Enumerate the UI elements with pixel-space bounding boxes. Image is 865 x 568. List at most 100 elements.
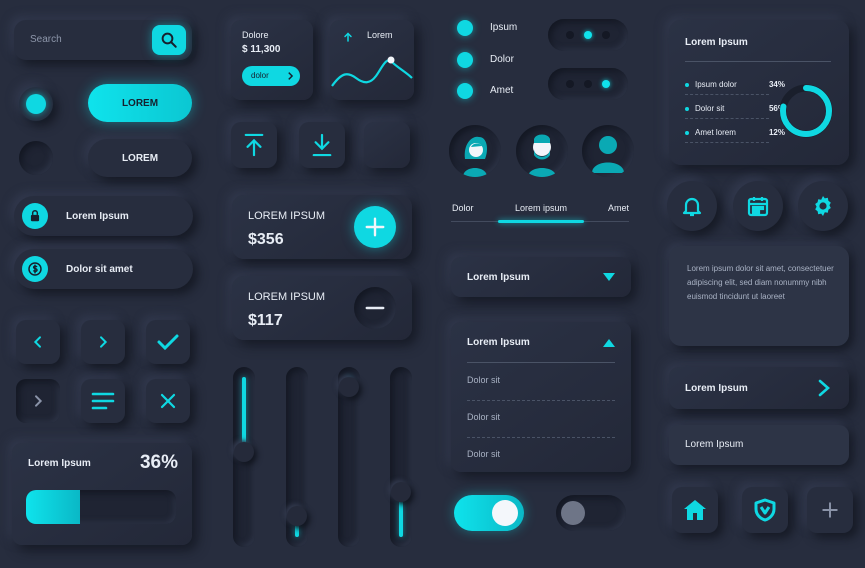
dot-option[interactable] xyxy=(584,31,592,39)
nav-card-plain[interactable]: Lorem Ipsum xyxy=(669,425,849,465)
slider-handle[interactable] xyxy=(234,442,254,463)
user-icon xyxy=(592,136,624,173)
tab-active-indicator xyxy=(498,220,584,223)
list-dot[interactable] xyxy=(457,52,473,68)
vertical-slider-1[interactable] xyxy=(233,367,255,547)
radio-unselected[interactable] xyxy=(19,141,53,175)
close-icon xyxy=(160,393,176,409)
dot-option[interactable] xyxy=(602,31,610,39)
text-card: Lorem ipsum dolor sit amet, consectetuer… xyxy=(669,246,849,346)
slider-handle[interactable] xyxy=(339,376,359,397)
search-button[interactable] xyxy=(152,25,186,55)
dropdown-collapsed[interactable]: Lorem Ipsum xyxy=(451,257,631,297)
lorem-secondary-button[interactable]: LOREM xyxy=(88,139,192,177)
upload-button[interactable] xyxy=(231,122,277,168)
add-button[interactable] xyxy=(354,206,396,248)
search-field[interactable]: Search xyxy=(14,20,192,60)
chevron-left-icon xyxy=(33,336,41,348)
avatar[interactable] xyxy=(516,125,568,177)
chevron-right-icon xyxy=(100,336,108,348)
radio-selected[interactable] xyxy=(19,87,53,121)
radio-dot xyxy=(26,94,46,114)
dot-option[interactable] xyxy=(566,80,574,88)
download-button[interactable] xyxy=(299,122,345,168)
vertical-slider-4[interactable] xyxy=(390,367,412,547)
chevron-right-button[interactable] xyxy=(81,320,125,364)
toggle-switch-on[interactable] xyxy=(454,495,524,531)
list-item-label: Dolor xyxy=(490,54,514,65)
gear-icon xyxy=(815,196,831,216)
close-button[interactable] xyxy=(146,379,190,423)
toggle-knob xyxy=(561,501,585,525)
stats-card: Lorem Ipsum Ipsum dolor 34% Dolor sit 56… xyxy=(669,20,849,165)
dot-option[interactable] xyxy=(602,80,610,88)
donut-chart xyxy=(779,84,833,138)
amount-card-plus: LOREM IPSUM $356 xyxy=(232,195,412,259)
dollar-pill-label: Dolor sit amet xyxy=(66,264,133,275)
dropdown-expanded[interactable]: Lorem Ipsum Dolor sit Dolor sit Dolor si… xyxy=(451,322,631,472)
dropdown-option[interactable]: Dolor sit xyxy=(467,412,500,422)
menu-button[interactable] xyxy=(81,379,125,423)
nav-card-label: Lorem Ipsum xyxy=(685,439,744,450)
dot-selector-2[interactable] xyxy=(548,68,628,100)
dot-option[interactable] xyxy=(584,80,592,88)
chevron-right-pressed-button[interactable] xyxy=(16,379,60,423)
lock-pill-button[interactable]: Lorem Ipsum xyxy=(14,196,193,236)
trend-line xyxy=(331,59,413,87)
trend-point xyxy=(387,56,395,64)
nav-card-arrow[interactable]: Lorem Ipsum xyxy=(669,367,849,409)
list-item-label: Ipsum xyxy=(490,22,518,33)
add-square-button[interactable] xyxy=(807,487,853,533)
plus-icon xyxy=(365,217,385,237)
dollar-pill-button[interactable]: Dolor sit amet xyxy=(14,249,193,289)
list-dot[interactable] xyxy=(457,20,473,36)
plus-icon xyxy=(822,502,838,518)
subtract-button[interactable] xyxy=(354,287,396,329)
notifications-button[interactable] xyxy=(667,181,717,231)
amount-value: $356 xyxy=(248,231,284,248)
tab-amet[interactable]: Amet xyxy=(608,203,629,213)
balance-title: Dolore xyxy=(242,30,269,40)
lorem-primary-button[interactable]: LOREM xyxy=(88,84,192,122)
option-divider xyxy=(467,437,615,438)
tab-lorem-ipsum[interactable]: Lorem ipsum xyxy=(515,203,567,213)
dot-selector-1[interactable] xyxy=(548,19,628,51)
stat-divider xyxy=(685,118,769,119)
dropdown-option[interactable]: Dolor sit xyxy=(467,375,500,385)
lock-icon xyxy=(22,203,48,229)
progress-title: Lorem Ipsum xyxy=(28,458,91,469)
slider-handle[interactable] xyxy=(287,506,307,527)
settings-button[interactable] xyxy=(798,181,848,231)
dot-option[interactable] xyxy=(566,31,574,39)
list-dot[interactable] xyxy=(457,83,473,99)
dropdown-divider xyxy=(467,362,615,363)
balance-button[interactable]: dolor xyxy=(242,66,300,86)
shield-button[interactable] xyxy=(742,487,788,533)
user-bearded-icon xyxy=(528,134,556,177)
home-button[interactable] xyxy=(672,487,718,533)
upload-icon xyxy=(244,133,264,157)
calendar-button[interactable] xyxy=(733,181,783,231)
blank-square-button[interactable] xyxy=(364,122,410,168)
slider-handle[interactable] xyxy=(391,482,411,503)
stats-title: Lorem Ipsum xyxy=(685,37,748,48)
stat-divider xyxy=(685,142,769,143)
check-button[interactable] xyxy=(146,320,190,364)
chevron-right-icon xyxy=(288,72,294,80)
avatar[interactable] xyxy=(582,125,634,177)
vertical-slider-3[interactable] xyxy=(338,367,360,547)
check-icon xyxy=(157,334,179,351)
progress-fill xyxy=(26,490,80,524)
vertical-slider-2[interactable] xyxy=(286,367,308,547)
avatar[interactable] xyxy=(449,125,501,177)
download-icon xyxy=(312,133,332,157)
chevron-left-button[interactable] xyxy=(16,320,60,364)
dropdown-option[interactable]: Dolor sit xyxy=(467,449,500,459)
toggle-switch-off[interactable] xyxy=(556,495,626,531)
chevron-right-icon xyxy=(818,379,830,397)
minus-icon xyxy=(365,306,385,310)
search-placeholder: Search xyxy=(30,34,62,45)
stat-name: Ipsum dolor xyxy=(695,80,737,89)
tab-dolor[interactable]: Dolor xyxy=(452,203,474,213)
list-item-label: Amet xyxy=(490,85,514,96)
